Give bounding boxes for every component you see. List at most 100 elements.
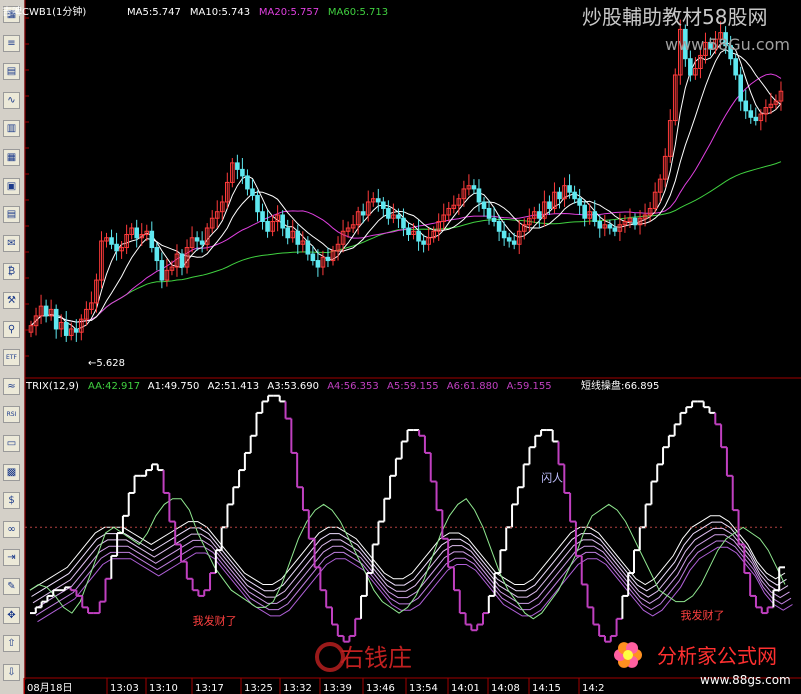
trix-legend-2: A2:51.413 xyxy=(208,381,260,392)
candle-body xyxy=(491,217,497,222)
candle-body xyxy=(53,308,59,330)
min-price-marker: ←5.628 xyxy=(88,358,125,369)
candle-body xyxy=(149,230,155,249)
candle-body xyxy=(74,328,79,333)
candle-body xyxy=(235,162,240,170)
candle-body xyxy=(250,188,255,196)
chart-title: 吉啤CWB1(1分钟) xyxy=(2,5,86,18)
time-label-0: 08月18日 xyxy=(27,682,72,694)
trix-fan-line-3 xyxy=(34,534,790,610)
center-stamp-text: 右钱庄 xyxy=(340,644,412,672)
time-label-8: 13:54 xyxy=(409,683,438,694)
time-label-2: 13:10 xyxy=(149,683,178,694)
candle-body xyxy=(179,253,185,268)
time-label-6: 13:39 xyxy=(323,683,352,694)
aa-line xyxy=(29,498,786,620)
candle-body xyxy=(285,227,290,239)
signal-label-1: 我发财了 xyxy=(193,614,237,628)
watermark-url: www.58Gu.com xyxy=(665,35,790,54)
trix-legend-6: A6:61.880 xyxy=(447,381,499,392)
candle-body xyxy=(376,198,381,203)
ma5-line xyxy=(30,41,782,331)
candle-body xyxy=(471,185,477,190)
candle-body xyxy=(738,74,744,102)
time-label-11: 14:15 xyxy=(532,683,561,694)
ma60-line xyxy=(30,161,782,327)
ma-legend-3: MA60:5.713 xyxy=(328,7,388,18)
time-label-3: 13:17 xyxy=(195,683,224,694)
trix-legend-4: A4:56.353 xyxy=(327,381,379,392)
candle-body xyxy=(753,116,759,122)
candle-body xyxy=(401,217,406,229)
ma-legend-0: MA5:5.747 xyxy=(127,7,181,18)
candle-body xyxy=(315,260,321,268)
candle-body xyxy=(486,207,492,219)
flower-logo-center xyxy=(623,650,633,660)
trix-title: TRIX(12,9) xyxy=(25,381,79,392)
candle-body xyxy=(325,256,331,262)
candle-body xyxy=(597,220,603,229)
candle-body xyxy=(733,58,738,76)
watermark-title: 炒股輔助教材58股网 xyxy=(582,5,767,29)
trix-legend-7: A:59.155 xyxy=(507,381,552,392)
time-label-10: 14:08 xyxy=(491,683,520,694)
trix-legend-0: AA:42.917 xyxy=(88,381,140,392)
candle-body xyxy=(421,240,426,245)
candle-body xyxy=(396,214,401,219)
time-label-4: 13:25 xyxy=(244,683,273,694)
candle-body xyxy=(537,211,542,219)
candle-body xyxy=(612,227,618,232)
candle-body xyxy=(265,220,270,232)
candle-body xyxy=(582,204,587,219)
watermark-logo-text: 分析家公式网 xyxy=(657,644,777,668)
stock-chart: ←5.628 吉啤CWB1(1分钟) MA5:5.747 MA10:5.743 MA20… xyxy=(2,0,801,694)
ma-legend-1: MA10:5.743 xyxy=(190,7,250,18)
trix-legend-5: A5:59.155 xyxy=(387,381,439,392)
trix-fan-line-2 xyxy=(32,527,789,604)
candle-body xyxy=(154,247,160,262)
candle-body xyxy=(506,237,512,242)
candle-body xyxy=(63,321,69,336)
signal-label-2: 我发财了 xyxy=(680,608,724,622)
candle-body xyxy=(557,191,562,200)
time-label-1: 13:03 xyxy=(110,683,139,694)
candle-body xyxy=(577,198,582,206)
candle-body xyxy=(134,227,139,239)
candle-body xyxy=(260,211,265,222)
candle-body xyxy=(109,237,114,245)
candle-body xyxy=(501,230,507,239)
trix-fan-line-5 xyxy=(37,546,793,623)
ma-legend-2: MA20:5.757 xyxy=(259,7,319,18)
trix-fan-line-1 xyxy=(31,521,787,597)
candle-body xyxy=(295,230,301,245)
watermark-logo-url: www.88gs.com xyxy=(700,673,791,687)
candle-body xyxy=(592,211,598,222)
candle-body xyxy=(245,175,250,190)
candle-body xyxy=(255,194,260,213)
candle-body xyxy=(305,240,311,255)
candle-body xyxy=(511,240,517,245)
candle-body xyxy=(416,230,421,242)
candle-body xyxy=(607,224,613,229)
signal-label-0: 闪人 xyxy=(541,471,563,485)
candle-body xyxy=(476,188,482,203)
candle-body xyxy=(360,211,366,216)
candle-body xyxy=(280,214,285,229)
ma10-line xyxy=(30,49,782,327)
candle-body xyxy=(386,207,391,219)
candle-body xyxy=(194,237,200,242)
candle-body xyxy=(310,253,316,262)
candle-body xyxy=(572,191,577,200)
candle-body xyxy=(567,185,572,193)
candle-body xyxy=(240,168,245,177)
trix-legend-3: A3:53.690 xyxy=(267,381,319,392)
candle-body xyxy=(748,110,754,118)
candle-body xyxy=(632,217,638,226)
trix-legend-1: A1:49.750 xyxy=(148,381,200,392)
time-label-9: 14:01 xyxy=(451,683,480,694)
candle-body xyxy=(547,201,552,209)
candle-body xyxy=(406,227,411,236)
candle-body xyxy=(743,100,749,112)
trix-fan-line-4 xyxy=(35,540,792,616)
candle-body xyxy=(481,201,487,209)
